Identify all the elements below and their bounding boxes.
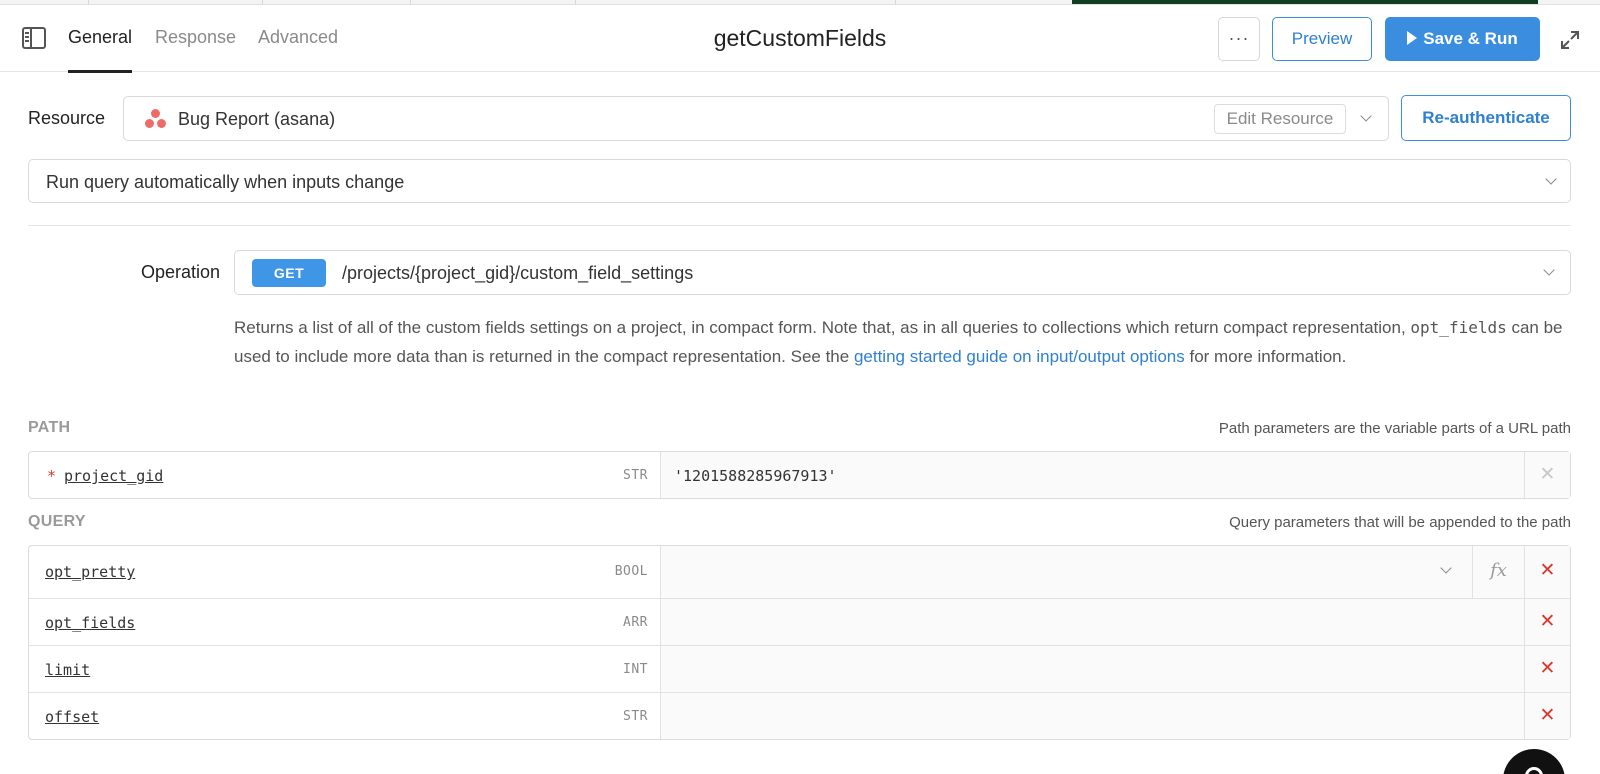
param-row: opt_fields ARR ✕ (29, 598, 1570, 645)
query-title[interactable]: getCustomFields (714, 25, 887, 51)
description-code: opt_fields (1410, 318, 1507, 337)
param-name: limit (45, 661, 91, 679)
param-row: opt_pretty BOOL fx ✕ (29, 546, 1570, 598)
chevron-down-icon (1360, 110, 1372, 122)
param-type: ARR (623, 615, 648, 630)
description-text: Returns a list of all of the custom fiel… (234, 318, 1406, 337)
param-value: '1201588285967913' (674, 467, 837, 485)
param-value-input[interactable] (661, 599, 1524, 645)
operation-select[interactable]: GET /projects/{project_gid}/custom_field… (234, 250, 1571, 295)
param-name: opt_pretty (45, 563, 136, 581)
operation-description: Returns a list of all of the custom fiel… (234, 313, 1564, 371)
path-section-title: PATH (28, 419, 71, 436)
param-value-input[interactable] (661, 693, 1524, 739)
resource-label: Resource (28, 108, 106, 128)
param-type: STR (623, 709, 648, 724)
param-value-input[interactable]: '1201588285967913' (661, 452, 1524, 498)
run-mode-value: Run query automatically when inputs chan… (46, 172, 405, 192)
tab-response[interactable]: Response (155, 27, 236, 48)
param-value-select[interactable]: fx (661, 546, 1524, 598)
param-type: INT (623, 662, 648, 677)
reauthenticate-button[interactable]: Re-authenticate (1401, 95, 1571, 141)
run-mode-select[interactable]: Run query automatically when inputs chan… (28, 159, 1571, 203)
param-name-cell: offset STR (29, 693, 661, 739)
remove-param-icon[interactable]: ✕ (1524, 599, 1570, 645)
save-and-run-label: Save & Run (1423, 29, 1518, 48)
param-type: BOOL (614, 564, 648, 579)
active-tab-indicator (68, 70, 132, 73)
param-name: project_gid (64, 467, 164, 485)
param-name-cell: limit INT (29, 646, 661, 692)
save-and-run-button[interactable]: Save & Run (1385, 17, 1540, 61)
preview-button[interactable]: Preview (1272, 17, 1372, 61)
param-row: offset STR ✕ (29, 692, 1570, 739)
chevron-down-icon (1545, 173, 1557, 185)
param-name-cell: opt_pretty BOOL (29, 546, 661, 598)
http-method-badge: GET (252, 259, 326, 287)
query-section-title: QUERY (28, 513, 86, 530)
remove-param-icon[interactable]: ✕ (1524, 693, 1570, 739)
remove-param-icon[interactable]: ✕ (1524, 546, 1570, 598)
expand-icon[interactable] (1560, 30, 1580, 50)
chevron-down-icon (1543, 264, 1555, 276)
param-value-input[interactable] (661, 646, 1524, 692)
remove-param-icon[interactable]: ✕ (1524, 646, 1570, 692)
remove-param-icon[interactable]: ✕ (1524, 452, 1570, 498)
param-type: STR (623, 468, 648, 483)
query-params-table: opt_pretty BOOL fx ✕ opt_fields ARR ✕ li… (28, 545, 1571, 740)
sidebar-toggle-icon[interactable] (22, 27, 46, 49)
param-name: opt_fields (45, 614, 136, 632)
getting-started-link[interactable]: getting started guide on input/output op… (854, 347, 1185, 366)
path-section-hint: Path parameters are the variable parts o… (1218, 420, 1571, 437)
edit-resource-button[interactable]: Edit Resource (1214, 104, 1346, 134)
param-row: * project_gid STR '1201588285967913' ✕ (29, 452, 1570, 498)
operation-path: /projects/{project_gid}/custom_field_set… (342, 263, 694, 283)
path-params-table: * project_gid STR '1201588285967913' ✕ (28, 451, 1571, 499)
strip-dark-segment (1072, 0, 1538, 4)
operation-label: Operation (141, 262, 221, 282)
help-chat-button[interactable] (1503, 749, 1565, 774)
resource-name: Bug Report (asana) (178, 109, 336, 129)
chevron-down-icon (1440, 562, 1452, 574)
more-options-button[interactable]: ··· (1218, 17, 1260, 61)
asana-logo-icon (144, 109, 168, 129)
tab-general[interactable]: General (68, 27, 132, 48)
function-toggle-icon[interactable]: fx (1472, 546, 1524, 598)
param-name-cell: opt_fields ARR (29, 599, 661, 645)
description-text: for more information. (1189, 347, 1347, 366)
play-icon (1407, 31, 1418, 45)
param-name-cell: * project_gid STR (29, 452, 661, 498)
query-section-hint: Query parameters that will be appended t… (1229, 514, 1571, 531)
query-editor-header: General Response Advanced getCustomField… (0, 5, 1600, 73)
param-row: limit INT ✕ (29, 645, 1570, 692)
resource-select[interactable]: Bug Report (asana) Edit Resource (123, 96, 1389, 141)
required-marker: * (47, 467, 57, 485)
section-divider (28, 225, 1571, 226)
param-name: offset (45, 708, 100, 726)
tab-advanced[interactable]: Advanced (258, 27, 338, 48)
